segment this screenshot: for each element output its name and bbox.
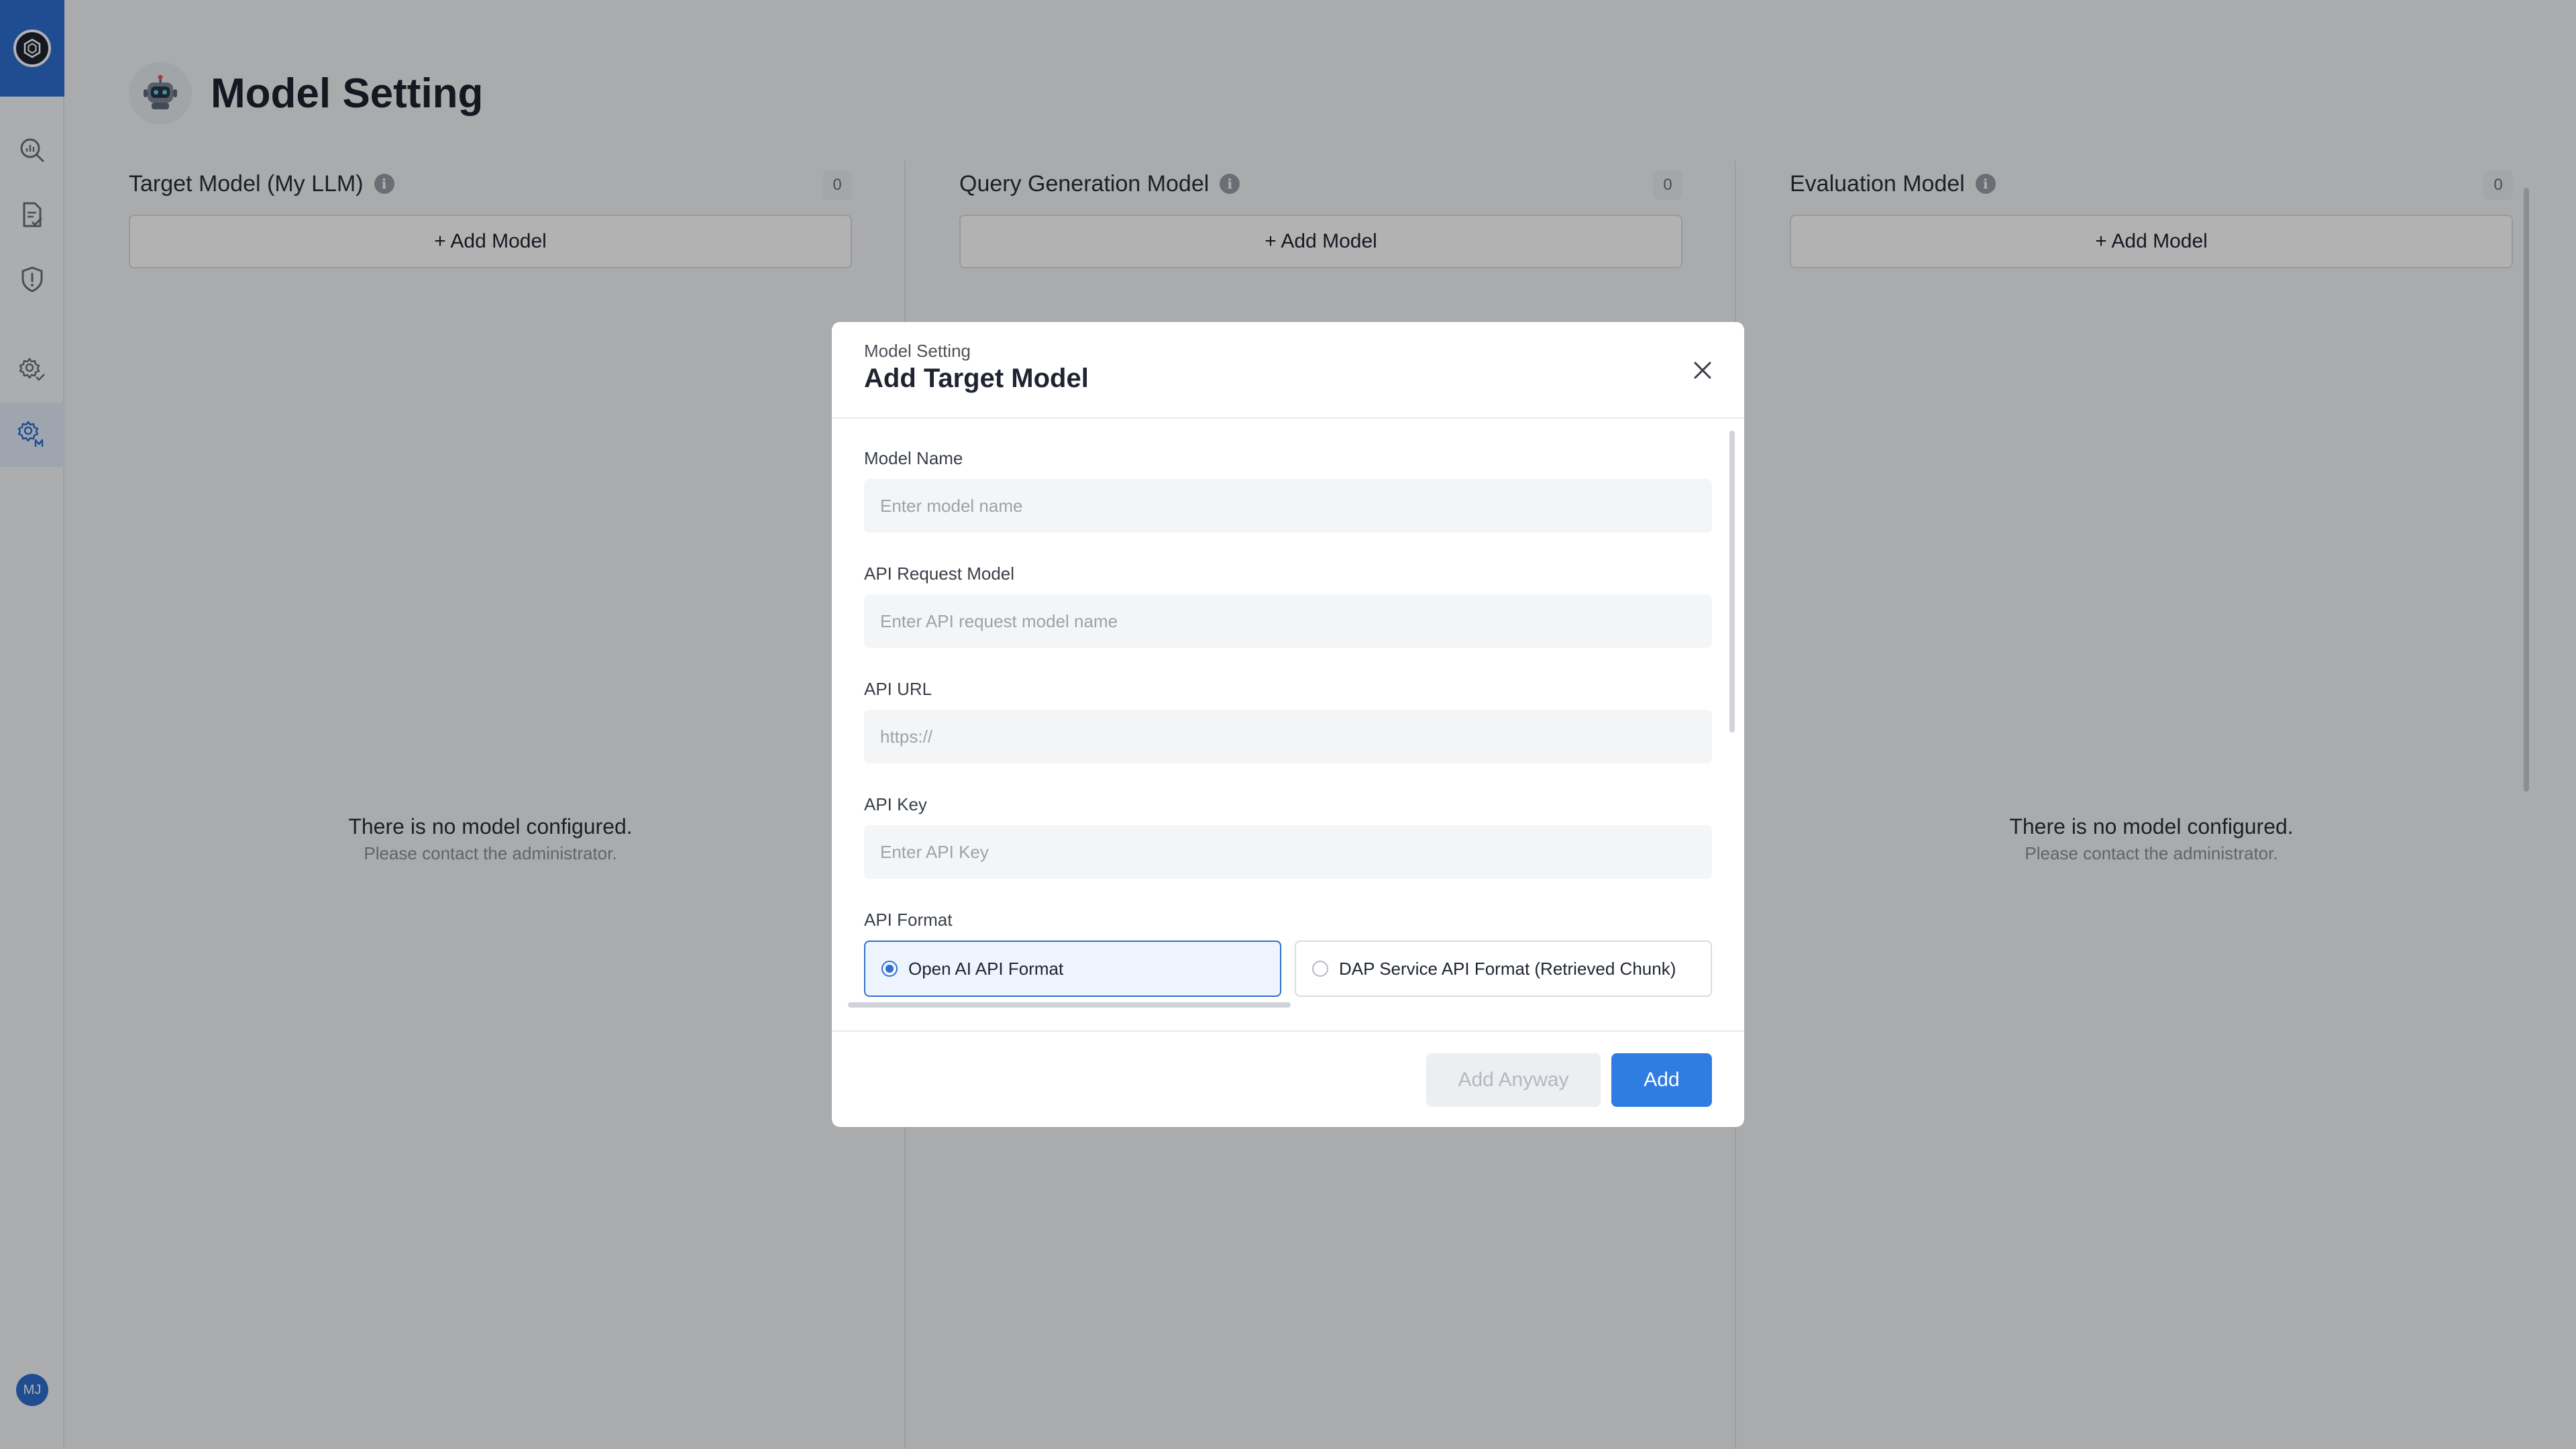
radio-option-label: Open AI API Format <box>908 958 1064 979</box>
dialog-vertical-scrollbar[interactable] <box>1729 431 1735 733</box>
api-url-label: API URL <box>864 679 932 699</box>
add-target-model-dialog: Model Setting Add Target Model Model Nam… <box>832 322 1744 1127</box>
api-format-label: API Format <box>864 910 953 930</box>
dialog-subtitle: Model Setting <box>864 341 971 361</box>
dialog-title: Add Target Model <box>864 364 1089 393</box>
api-key-label: API Key <box>864 794 927 814</box>
dialog-horizontal-scrollbar[interactable] <box>848 1002 1291 1008</box>
api-request-model-input[interactable] <box>864 594 1712 648</box>
dialog-footer: Add Anyway Add <box>832 1030 1744 1127</box>
radio-unselected-icon <box>1312 961 1328 977</box>
radio-selected-icon <box>881 961 898 977</box>
close-icon <box>1694 362 1711 379</box>
radio-option-label: DAP Service API Format (Retrieved Chunk) <box>1339 958 1676 979</box>
radio-openai-format[interactable]: Open AI API Format <box>864 941 1281 997</box>
dialog-header: Model Setting Add Target Model <box>832 322 1744 419</box>
model-name-label: Model Name <box>864 448 963 468</box>
api-url-input[interactable] <box>864 710 1712 763</box>
model-name-input[interactable] <box>864 479 1712 533</box>
dialog-body: Model Name API Request Model API URL API… <box>832 420 1744 1016</box>
radio-dap-service-format[interactable]: DAP Service API Format (Retrieved Chunk) <box>1295 941 1712 997</box>
close-button[interactable] <box>1688 356 1717 385</box>
add-anyway-button[interactable]: Add Anyway <box>1426 1053 1601 1107</box>
add-button[interactable]: Add <box>1611 1053 1712 1107</box>
api-key-input[interactable] <box>864 825 1712 879</box>
api-request-model-label: API Request Model <box>864 564 1015 584</box>
